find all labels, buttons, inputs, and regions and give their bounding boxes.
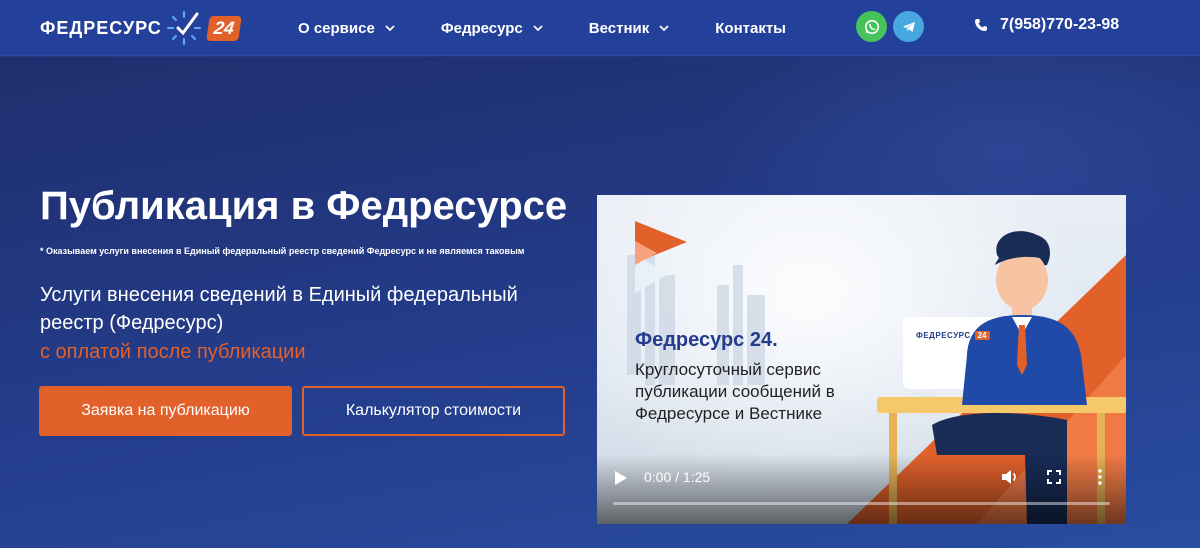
main-nav: О сервисе Федресурс Вестник Контакты: [298, 0, 832, 56]
more-options-icon[interactable]: [1097, 469, 1103, 485]
play-icon[interactable]: [615, 471, 627, 485]
nav-item-label: Федресурс: [440, 19, 523, 37]
video-heading: Федресурс 24.: [635, 329, 778, 351]
video-description: Круглосуточный сервис публикации сообщен…: [635, 360, 835, 423]
telegram-icon: [902, 21, 915, 32]
phone-link[interactable]: 7(958)770-23-98: [974, 16, 1119, 34]
video-player[interactable]: ФЕДРЕСУРС 24 Федресурс 24. Круглосуточны…: [597, 195, 1126, 524]
logo-text: ФЕДРЕСУРС: [40, 17, 162, 38]
video-controls: [597, 454, 1126, 524]
video-time: 0:00 / 1:25: [644, 469, 711, 485]
fullscreen-icon[interactable]: [1047, 470, 1061, 484]
hero-subtitle: Услуги внесения сведений в Единый федера…: [40, 284, 518, 334]
logo[interactable]: ФЕДРЕСУРС 24: [40, 8, 242, 48]
nav-item-fedresurs[interactable]: Федресурс: [441, 20, 543, 37]
request-publication-button[interactable]: Заявка на публикацию: [39, 386, 292, 436]
nav-item-label: О сервисе: [298, 19, 375, 37]
volume-icon[interactable]: [1001, 469, 1019, 485]
nav-item-label: Вестник: [588, 19, 650, 37]
video-progress-bar[interactable]: [613, 502, 1110, 505]
nav-item-contacts[interactable]: Контакты: [715, 20, 786, 37]
social-links: [856, 11, 930, 42]
page-title: Публикация в Федресурсе: [40, 184, 568, 228]
phone-icon: [975, 19, 987, 31]
whatsapp-button[interactable]: [856, 11, 887, 42]
screen-logo-text: ФЕДРЕСУРС: [916, 331, 971, 340]
nav-item-about[interactable]: О сервисе: [298, 20, 395, 37]
chevron-down-icon: [385, 25, 395, 32]
logo-badge: 24: [205, 15, 242, 41]
telegram-button[interactable]: [893, 11, 924, 42]
chevron-down-icon: [533, 25, 543, 32]
nav-item-vestnik[interactable]: Вестник: [589, 20, 669, 37]
disclaimer-note: * Оказываем услуги внесения в Единый фед…: [40, 246, 525, 256]
logo-clock-icon: [166, 11, 201, 45]
site-header: ФЕДРЕСУРС 24 О сервисе Федресурс Вестник…: [0, 0, 1200, 56]
screen-logo-badge: 24: [974, 331, 990, 340]
cost-calculator-button[interactable]: Калькулятор стоимости: [302, 386, 565, 436]
cost-calculator-label: Калькулятор стоимости: [345, 402, 522, 419]
request-publication-label: Заявка на публикацию: [81, 402, 250, 419]
nav-item-label: Контакты: [715, 19, 786, 37]
screen-logo: ФЕДРЕСУРС 24: [916, 331, 990, 340]
chevron-down-icon: [659, 25, 669, 32]
hero-accent-text: с оплатой после публикации: [40, 341, 306, 363]
whatsapp-icon: [864, 19, 879, 34]
phone-number: 7(958)770-23-98: [1000, 16, 1120, 33]
